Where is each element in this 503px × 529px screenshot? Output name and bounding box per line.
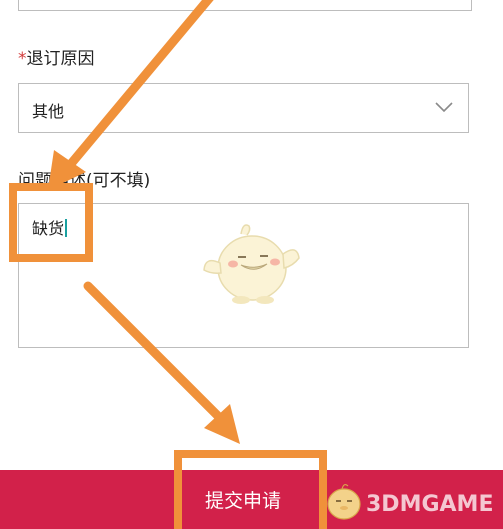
watermark-mascot-icon [327,483,361,520]
description-label: 问题描述(可不填) [18,171,151,191]
reason-selected-value: 其他 [32,102,65,121]
chevron-down-icon [435,102,453,113]
reason-select[interactable]: 其他 [18,83,469,133]
text-caret [65,219,68,237]
watermark-text: 3DMGAME [366,492,494,517]
previous-field[interactable] [18,0,472,11]
description-text: 缺货 [32,219,65,238]
mascot-illustration [203,224,300,304]
required-mark: * [18,49,27,69]
reason-label-text: 退订原因 [26,49,95,69]
reason-label: *退订原因 [18,44,95,69]
submit-label: 提交申请 [205,491,282,512]
description-textarea[interactable]: 缺货 [18,203,469,348]
watermark-logo: 3DMGAME [322,480,503,525]
description-value: 缺货 [32,215,68,239]
